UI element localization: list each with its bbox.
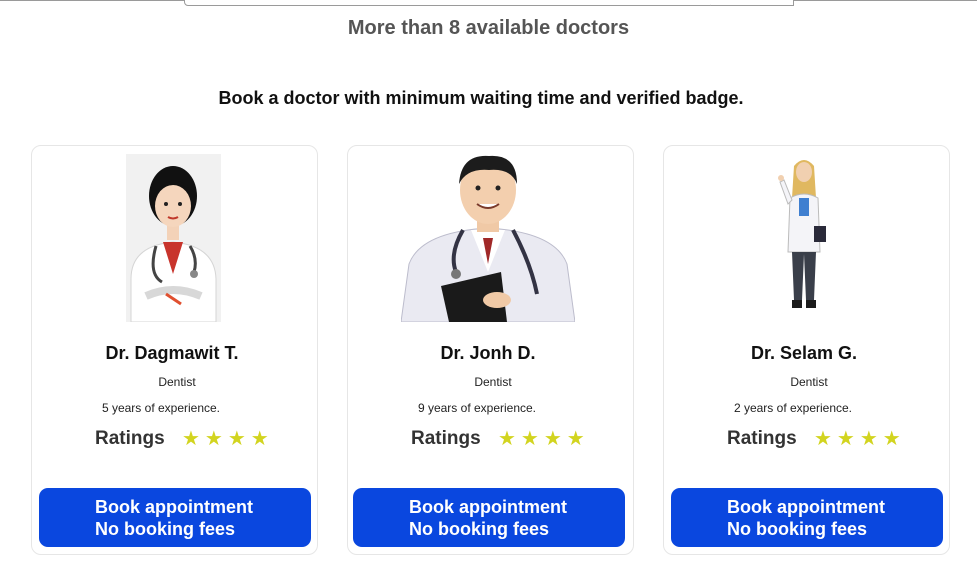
rating-stars: ★★★★: [182, 428, 274, 450]
doctor-female-standing-avatar: [778, 160, 826, 308]
doctor-experience: 5 years of experience.: [101, 401, 221, 415]
doctor-specialty: Dentist: [158, 375, 196, 389]
doctor-experience: 9 years of experience.: [417, 401, 537, 415]
rating-stars: ★★★★: [498, 428, 590, 450]
ratings-label: Ratings: [727, 428, 797, 449]
doctor-name: Dr. Dagmawit T.: [105, 343, 239, 363]
doctor-specialty: Dentist: [474, 375, 512, 389]
book-button-label: Book appointment: [95, 497, 253, 517]
ratings-label: Ratings: [411, 428, 481, 449]
rating-stars: ★★★★: [814, 428, 906, 450]
doctor-name: Dr. Selam G.: [750, 343, 858, 363]
search-button[interactable]: [711, 0, 794, 6]
booking-fee-label: No booking fees: [95, 519, 236, 539]
doctor-card: Dr. Jonh D. Dentist 9 years of experienc…: [347, 145, 634, 555]
doctor-card: Dr. Dagmawit T. Dentist 5 years of exper…: [31, 145, 318, 555]
doctor-experience: 2 years of experience.: [733, 401, 853, 415]
doctor-specialty: Dentist: [790, 375, 828, 389]
available-doctors-count: More than 8 available doctors: [347, 17, 630, 39]
booking-fee-label: No booking fees: [727, 519, 868, 539]
doctor-male-avatar: [401, 155, 575, 322]
ratings-label: Ratings: [95, 428, 165, 449]
book-button-label: Book appointment: [727, 497, 885, 517]
book-appointment-button[interactable]: Book appointment No booking fees: [39, 488, 311, 547]
book-appointment-button[interactable]: Book appointment No booking fees: [671, 488, 943, 547]
page-tagline: Book a doctor with minimum waiting time …: [218, 88, 744, 108]
book-button-label: Book appointment: [409, 497, 567, 517]
book-appointment-button[interactable]: Book appointment No booking fees: [353, 488, 625, 547]
search-input[interactable]: [184, 0, 714, 6]
doctor-name: Dr. Jonh D.: [440, 343, 536, 363]
booking-fee-label: No booking fees: [409, 519, 550, 539]
doctor-card: Dr. Selam G. Dentist 2 years of experien…: [663, 145, 950, 555]
doctor-female-avatar: [126, 154, 221, 322]
